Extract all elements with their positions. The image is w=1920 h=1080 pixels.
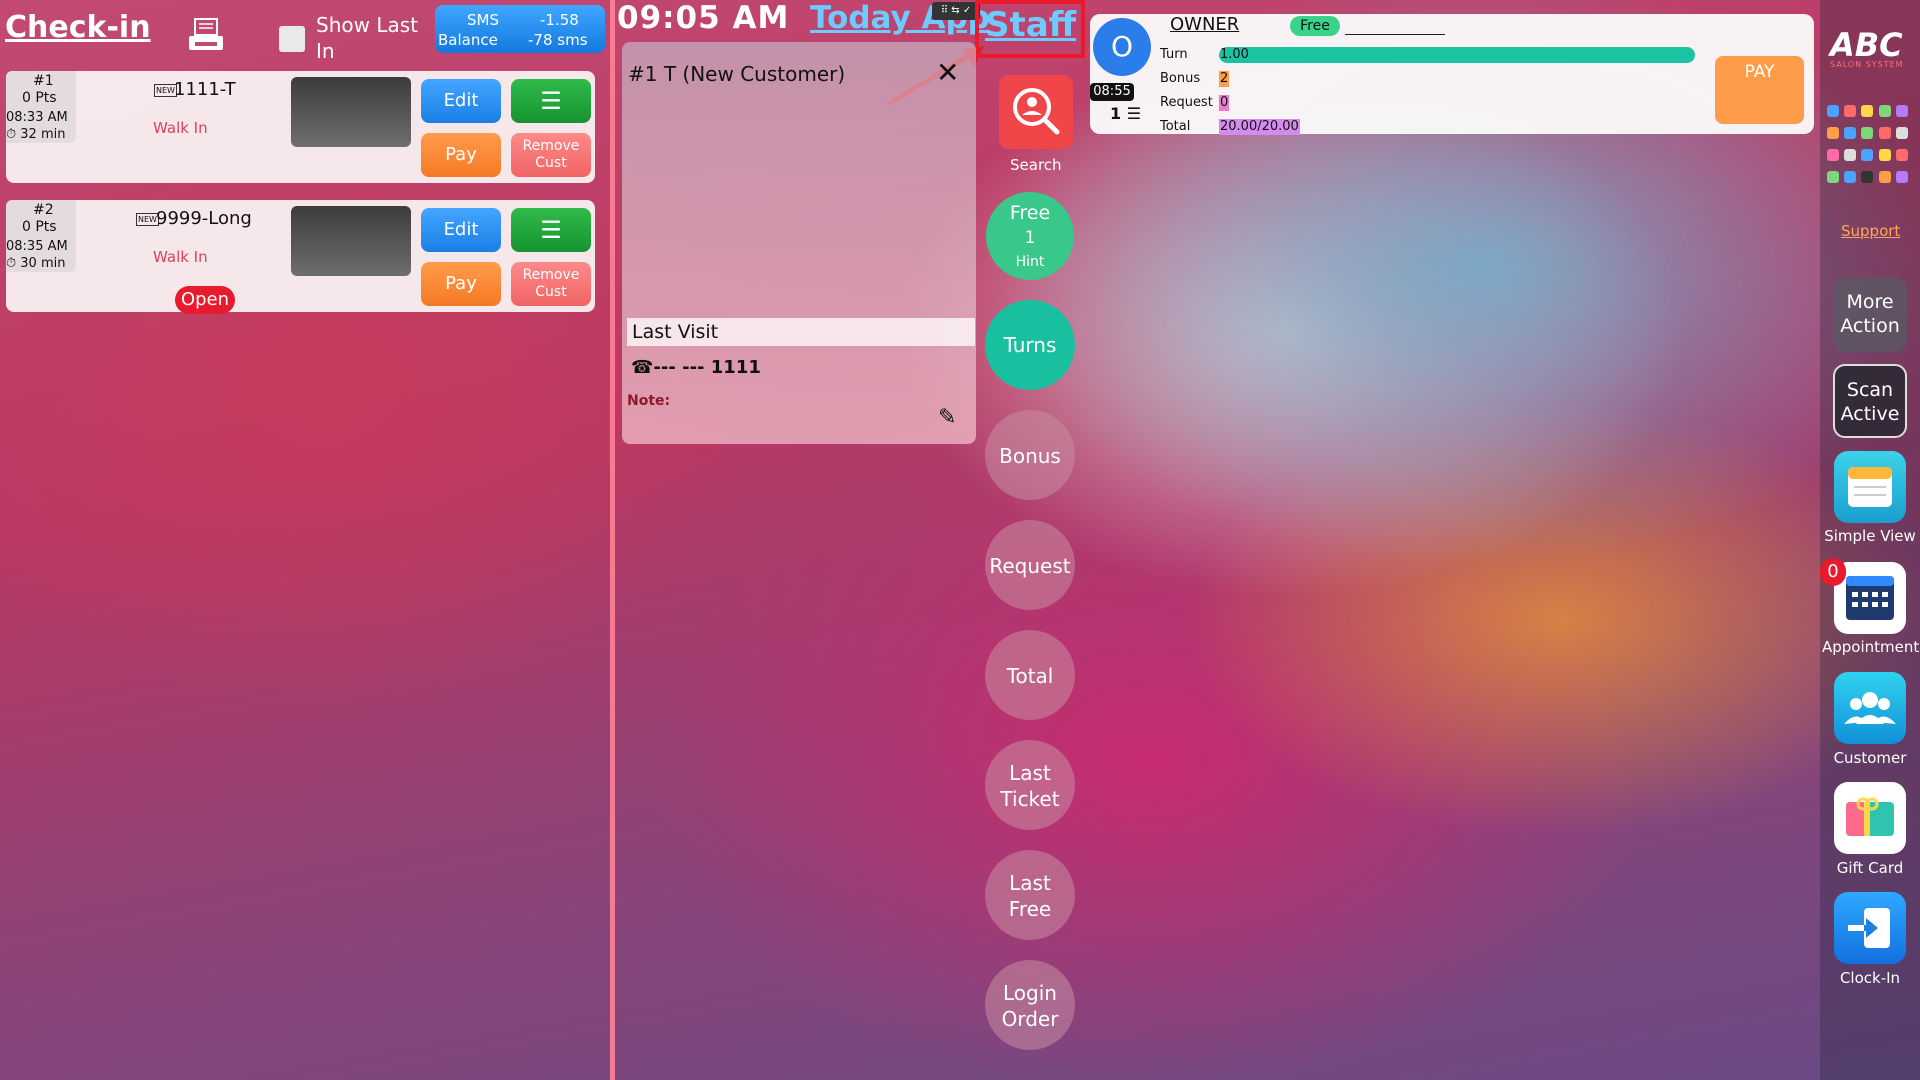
customer-button[interactable] [1834, 672, 1906, 744]
customer-photo [291, 206, 411, 276]
bonus-button[interactable]: Bonus [985, 410, 1075, 500]
wait-duration: ⏱ 30 min [6, 256, 66, 271]
turn-label: Turn [1160, 47, 1188, 62]
customer-phone: ☎--- --- 1111 [631, 357, 761, 378]
remove-customer-button[interactable]: Remove Cust [511, 262, 591, 306]
clock-in-icon [1848, 908, 1890, 948]
staff-pay-button[interactable]: PAY [1715, 56, 1804, 124]
customer-name: 1111-T [174, 79, 236, 100]
customer-detail-panel [622, 42, 976, 444]
last-ticket-button[interactable]: Last Ticket [985, 740, 1075, 830]
pay-button[interactable]: Pay [421, 262, 501, 306]
checkin-time: 08:35 AM [6, 239, 68, 254]
customer-detail-title: #1 T (New Customer) [628, 62, 846, 86]
abc-logo: ABC [1830, 26, 1903, 64]
remove-customer-button[interactable]: Remove Cust [511, 133, 591, 177]
column-divider [610, 0, 615, 1080]
balance-label: Balance [438, 31, 498, 49]
sms-balance-value: -1.58 [540, 11, 579, 29]
edit-note-icon[interactable]: ✎ [938, 405, 956, 430]
gift-card-label: Gift Card [1836, 859, 1904, 877]
search-icon [1013, 88, 1060, 135]
request-value: 0 [1219, 95, 1230, 111]
gift-card-button[interactable] [1834, 782, 1906, 854]
clock-in-label: Clock-In [1839, 969, 1901, 987]
checkin-title[interactable]: Check-in [5, 10, 151, 45]
wait-duration: ⏱ 32 min [6, 127, 66, 142]
total-button[interactable]: Total [985, 630, 1075, 720]
simple-view-label: Simple View [1824, 527, 1916, 545]
last-visit-label: Last Visit [632, 321, 719, 343]
edit-button[interactable]: Edit [421, 79, 501, 123]
customer-status: Walk In [153, 119, 208, 137]
hint-label: Hint [1015, 254, 1045, 270]
clock: 09:05 AM [617, 0, 790, 36]
status-underline [1345, 34, 1445, 35]
staff-avatar: O [1093, 18, 1151, 76]
printer-icon[interactable] [186, 16, 226, 56]
abc-logo-subtitle: SALON SYSTEM [1830, 60, 1904, 69]
edit-button[interactable]: Edit [421, 208, 501, 252]
sms-balance-box[interactable]: SMS Balance -1.58 -78 sms [435, 5, 605, 53]
staff-name[interactable]: OWNER [1170, 14, 1239, 35]
staff-status-badge: Free [1290, 16, 1340, 36]
turn-progress-bar [1219, 47, 1695, 63]
simple-view-icon [1848, 467, 1892, 507]
customer-photo [291, 77, 411, 147]
customer-label: Customer [1833, 749, 1907, 767]
sms-label: SMS [467, 11, 499, 29]
customer-card[interactable]: #2 0 Pts 08:35 AM ⏱ 30 min NEW 9999-Long… [6, 200, 595, 312]
pay-button[interactable]: Pay [421, 133, 501, 177]
search-label: Search [1010, 156, 1062, 174]
close-icon[interactable]: ✕ [936, 56, 959, 89]
queue-number: #2 [33, 202, 54, 218]
staff-highlight-box [975, 0, 1085, 58]
gift-card-icon [1846, 797, 1894, 836]
show-last-in-checkbox[interactable] [279, 26, 305, 52]
checkin-time: 08:33 AM [6, 110, 68, 125]
turn-value: 1.00 [1220, 47, 1249, 62]
customer-points: 0 Pts [22, 90, 57, 106]
customer-points: 0 Pts [22, 219, 57, 235]
support-link[interactable]: Support [1841, 222, 1900, 240]
customer-name: 9999-Long [156, 208, 252, 229]
sms-count-value: -78 sms [528, 31, 588, 49]
staff-login-time: 08:55 [1090, 83, 1134, 101]
customer-card[interactable]: #1 0 Pts 08:33 AM ⏱ 32 min NEW 1111-T Wa… [6, 71, 595, 183]
bonus-value: 2 [1219, 71, 1230, 87]
free-count: 1 [1024, 228, 1036, 248]
simple-view-button[interactable] [1834, 451, 1906, 523]
turns-button[interactable]: Turns [985, 300, 1075, 390]
staff-queue-count: 1 ☰ [1110, 104, 1142, 123]
appointment-count-badge: 0 [1820, 558, 1846, 586]
login-order-button[interactable]: Login Order [985, 960, 1075, 1050]
note-label: Note: [627, 393, 671, 409]
clock-in-button[interactable] [1834, 892, 1906, 964]
customer-status: Walk In [153, 248, 208, 266]
menu-button[interactable]: ☰ [511, 79, 591, 123]
appointment-label: Appointment [1822, 638, 1920, 656]
total-value: 20.00/20.00 [1219, 119, 1300, 135]
search-button[interactable] [999, 75, 1073, 149]
show-last-in-label: Show Last In [316, 13, 418, 63]
open-status-badge[interactable]: Open [175, 286, 235, 314]
request-label: Request [1160, 95, 1213, 110]
queue-number: #1 [33, 73, 54, 89]
users-icon [1844, 692, 1896, 724]
bonus-label: Bonus [1160, 71, 1201, 86]
app-grid-icon[interactable] [1827, 105, 1909, 189]
total-label: Total [1160, 119, 1191, 134]
free-hint-button[interactable]: Free 1 Hint [986, 192, 1074, 280]
more-action-button[interactable]: More Action [1833, 278, 1907, 352]
request-button[interactable]: Request [985, 520, 1075, 610]
menu-button[interactable]: ☰ [511, 208, 591, 252]
window-controls-icon[interactable]: ⠿ ⇆ ✓ [932, 2, 980, 20]
last-free-button[interactable]: Last Free [985, 850, 1075, 940]
scan-active-button[interactable]: Scan Active [1833, 364, 1907, 438]
free-label: Free [1009, 202, 1051, 224]
